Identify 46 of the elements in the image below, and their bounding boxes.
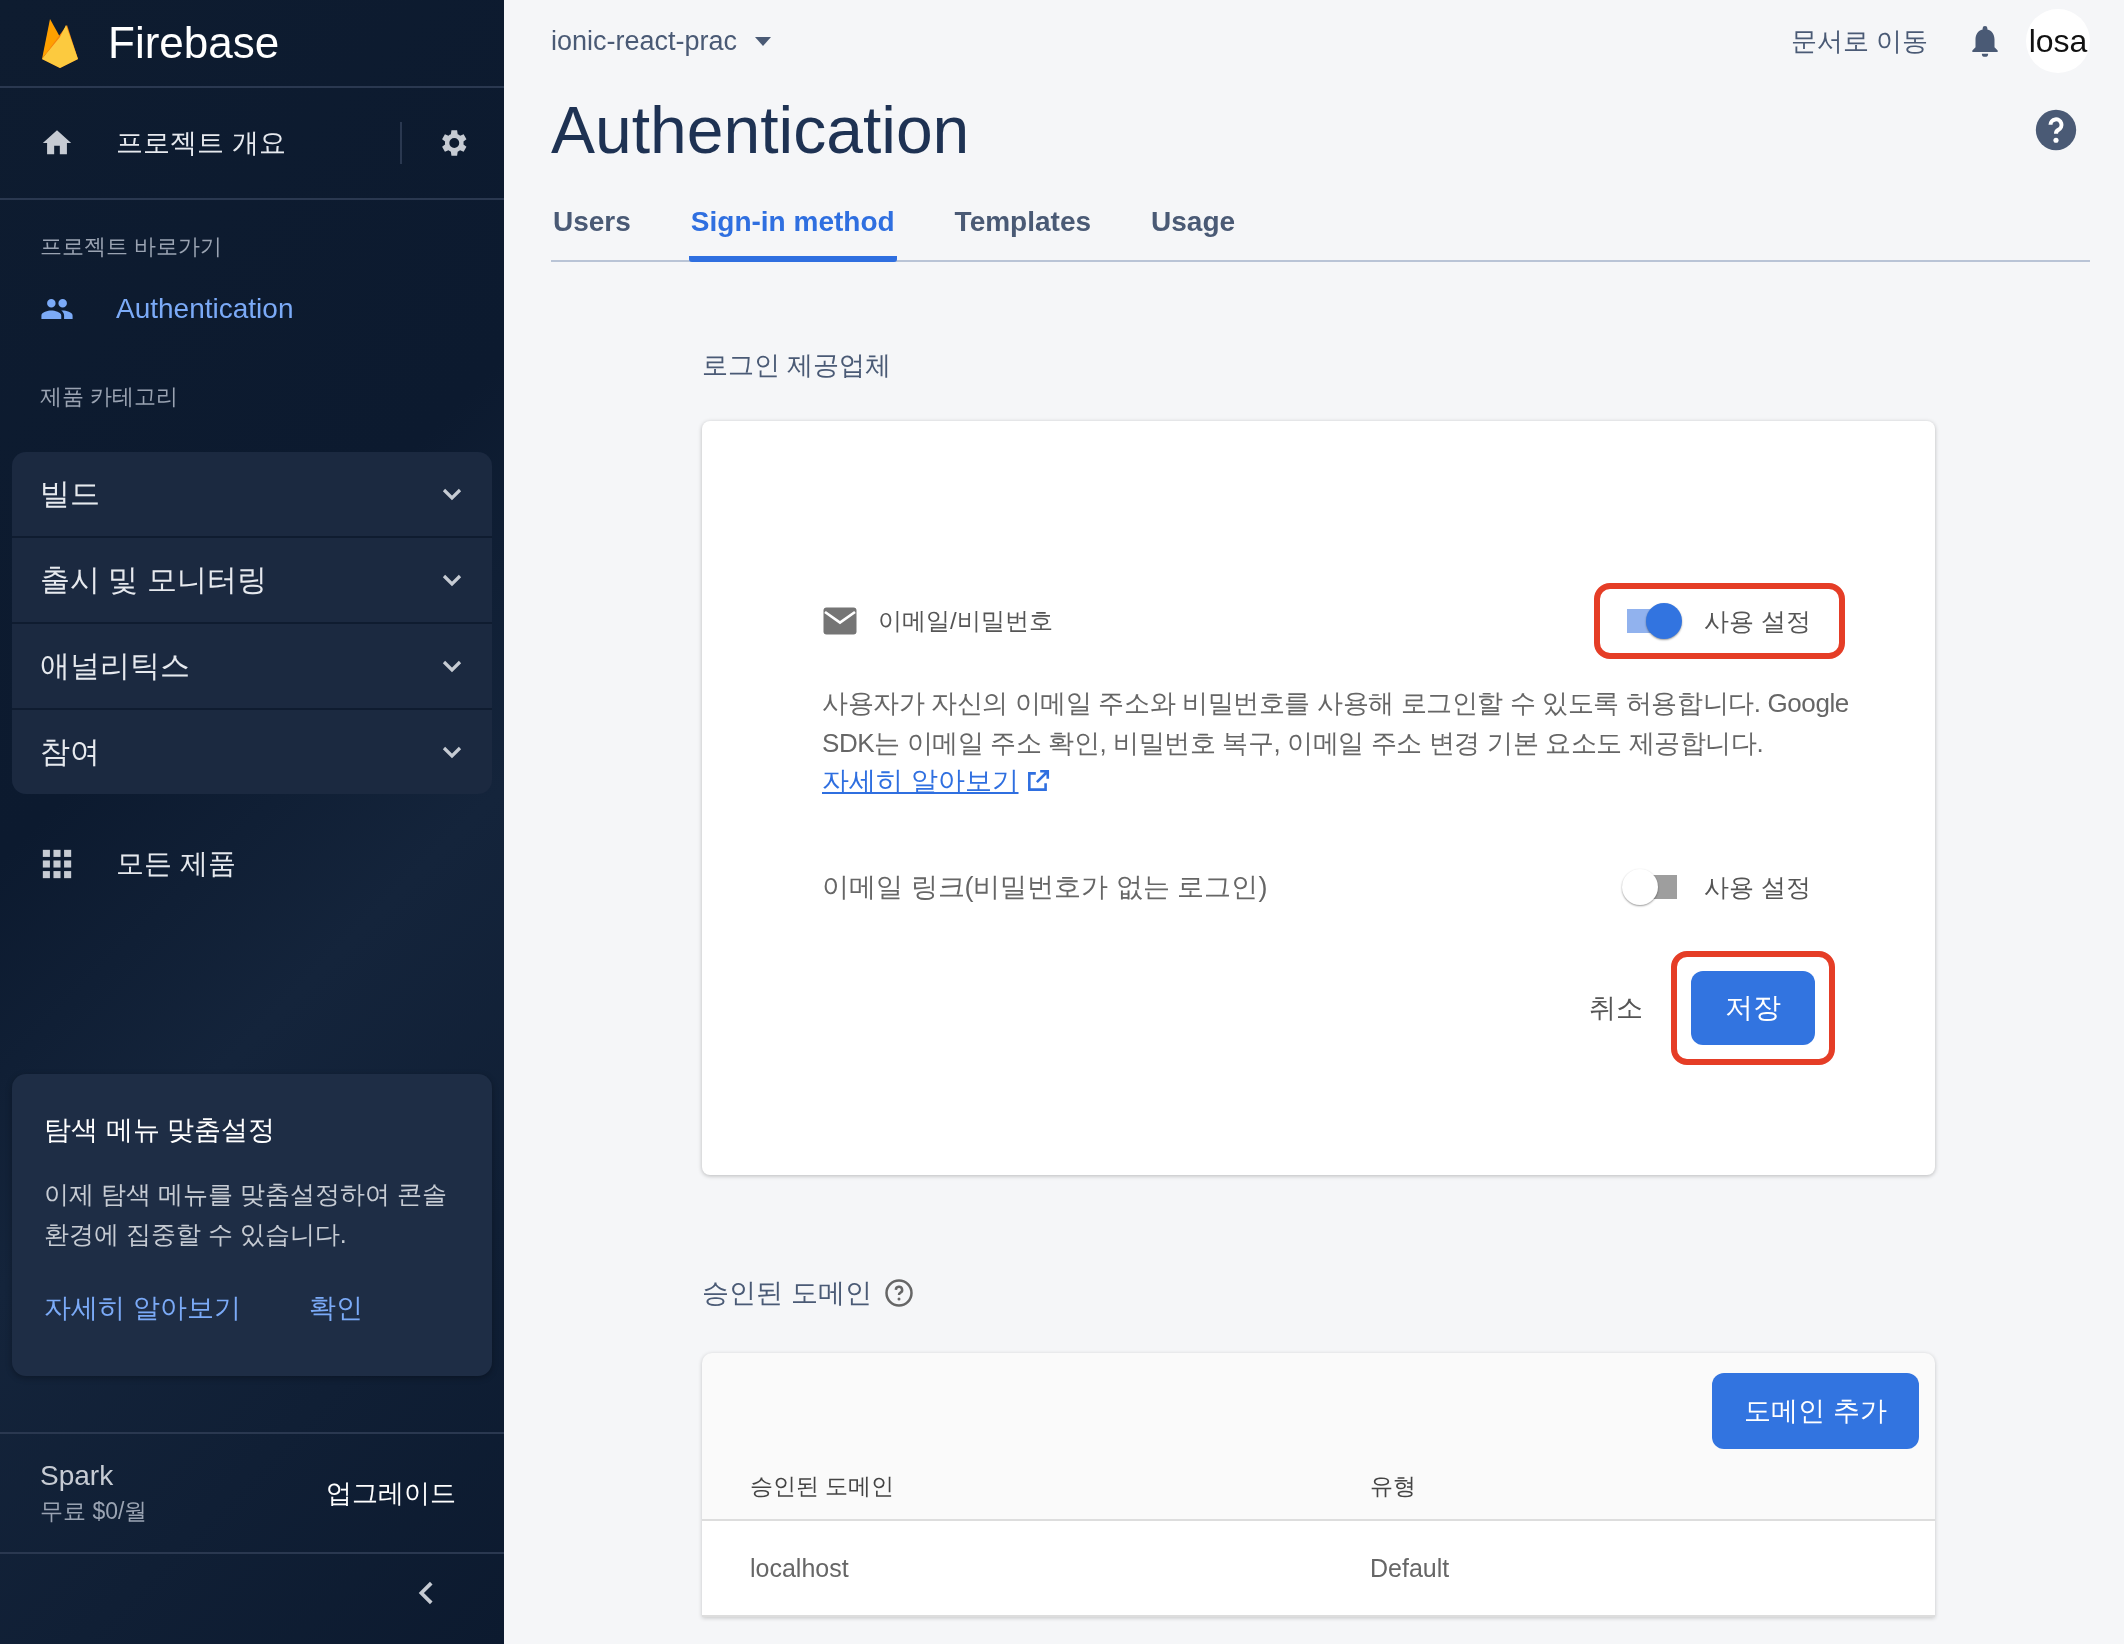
section-heading: 로그인 제공업체 (702, 349, 893, 382)
overview-link[interactable]: 프로젝트 개요 (116, 125, 400, 161)
caret-icon[interactable] (753, 35, 774, 47)
plan-name: Spark (40, 1459, 115, 1492)
provider-name: 이메일/비밀번호 (878, 606, 1053, 636)
cancel-button[interactable]: 취소 (1583, 989, 1649, 1027)
toggle-label: 사용 설정 (1704, 605, 1811, 637)
flame-logo-icon (40, 17, 80, 69)
promo-link[interactable]: 자세히 알아보기 (44, 1290, 241, 1326)
promo-text: 이제 탐색 메뉴를 맞춤설정하여 콘솔 환경에 집중할 수 있습니다. (44, 1179, 448, 1250)
column-header: 승인된 도메인 (750, 1471, 896, 1501)
section-heading: 승인된 도메인 (702, 1277, 872, 1310)
option-label: 이메일 링크(비밀번호가 없는 로그인) (822, 871, 1268, 904)
tab[interactable]: Templates (952, 206, 1094, 262)
tab[interactable]: Sign-in method (688, 206, 897, 262)
category-item[interactable]: 빌드 (12, 452, 492, 538)
brand-name: Firebase (108, 18, 280, 68)
table-cell: Default (1370, 1553, 1450, 1583)
tab[interactable]: Users (551, 206, 633, 262)
learn-more-link[interactable]: 자세히 알아보기 (822, 763, 1019, 799)
all-products-link[interactable]: 모든 제품 (116, 845, 236, 883)
grid-icon (40, 847, 74, 881)
upgrade-link[interactable]: 업그레이드 (326, 1475, 456, 1511)
avatar[interactable]: losa (2026, 9, 2090, 73)
help-icon[interactable] (883, 1278, 914, 1308)
help-icon[interactable] (2034, 108, 2078, 152)
promo-link[interactable]: 확인 (308, 1290, 363, 1326)
project-selector[interactable]: ionic-react-prac (551, 25, 738, 57)
section-label: 프로젝트 바로가기 (39, 233, 224, 261)
section-label: 제품 카테고리 (39, 383, 180, 411)
add-domain-button[interactable]: 도메인 추가 (1712, 1373, 1919, 1449)
tab[interactable]: Usage (1149, 206, 1238, 262)
table-cell-text: localhost (750, 1553, 850, 1583)
mail-icon (822, 606, 858, 636)
provider-description: 사용자가 자신의 이메일 주소와 비밀번호를 사용해 로그인할 수 있도록 허용합니다. Google SDK는 이메일 주소 확인, 비밀번호 복구, 이메일 주소 변경 기본 요소도 제공합니다. (822, 687, 1850, 760)
docs-link[interactable]: 문서로 이동 (1790, 23, 1928, 59)
save-button[interactable]: 저장 (1691, 971, 1815, 1045)
promo-title: 탐색 메뉴 맞춤설정 (44, 1114, 276, 1147)
toggle-label: 사용 설정 (1704, 871, 1811, 903)
page-title: Authentication (551, 92, 970, 168)
plan-price: 무료 $0/월 (40, 1496, 148, 1526)
category-item[interactable]: 애널리틱스 (12, 624, 492, 710)
category-item[interactable]: 출시 및 모니터링 (12, 538, 492, 624)
sidebar-item[interactable]: Authentication (0, 276, 504, 350)
category-item[interactable]: 참여 (12, 710, 492, 794)
column-header: 유형 (1370, 1471, 1416, 1501)
